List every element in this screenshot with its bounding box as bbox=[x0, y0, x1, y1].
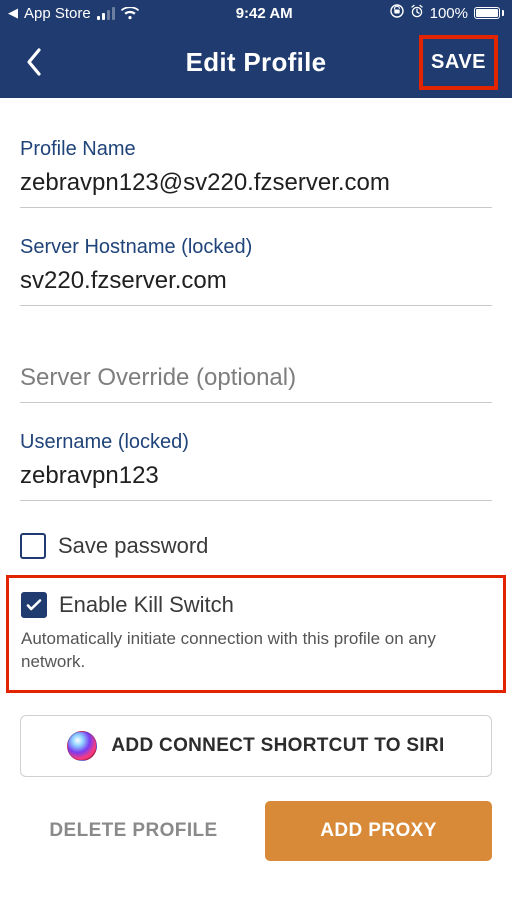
add-proxy-button[interactable]: ADD PROXY bbox=[265, 801, 492, 861]
profile-name-input[interactable]: zebravpn123@sv220.fzserver.com bbox=[20, 169, 492, 208]
content: Profile Name zebravpn123@sv220.fzserver.… bbox=[0, 98, 512, 911]
save-password-checkbox[interactable] bbox=[20, 533, 46, 559]
alarm-icon bbox=[410, 4, 424, 22]
orientation-lock-icon bbox=[390, 4, 404, 22]
delete-profile-button[interactable]: DELETE PROFILE bbox=[20, 801, 247, 861]
back-to-app-caret-icon: ◀ bbox=[8, 5, 18, 21]
kill-switch-section: Enable Kill Switch Automatically initiat… bbox=[6, 575, 506, 693]
battery-icon bbox=[474, 7, 504, 19]
chevron-left-icon bbox=[25, 47, 43, 77]
siri-button-label: ADD CONNECT SHORTCUT TO SIRI bbox=[111, 735, 444, 757]
back-button[interactable] bbox=[14, 42, 54, 82]
wifi-icon bbox=[121, 7, 139, 20]
profile-name-label: Profile Name bbox=[20, 138, 492, 161]
siri-icon bbox=[67, 731, 97, 761]
checkmark-icon bbox=[25, 596, 43, 614]
status-right: 100% bbox=[390, 4, 504, 22]
username-label: Username (locked) bbox=[20, 431, 492, 454]
save-password-row[interactable]: Save password bbox=[20, 533, 492, 559]
back-to-app-label[interactable]: App Store bbox=[24, 5, 91, 22]
add-siri-shortcut-button[interactable]: ADD CONNECT SHORTCUT TO SIRI bbox=[20, 715, 492, 777]
kill-switch-row[interactable]: Enable Kill Switch bbox=[21, 592, 491, 618]
server-override-input[interactable]: Server Override (optional) bbox=[20, 364, 492, 403]
status-left: ◀ App Store bbox=[8, 5, 139, 22]
save-button[interactable]: SAVE bbox=[419, 35, 498, 90]
server-hostname-field: Server Hostname (locked) sv220.fzserver.… bbox=[20, 236, 492, 306]
save-password-label: Save password bbox=[58, 533, 208, 559]
kill-switch-label: Enable Kill Switch bbox=[59, 592, 234, 618]
kill-switch-description: Automatically initiate connection with t… bbox=[21, 628, 491, 674]
status-clock: 9:42 AM bbox=[236, 5, 293, 22]
status-bar: ◀ App Store 9:42 AM 100% bbox=[0, 0, 512, 26]
bottom-button-row: DELETE PROFILE ADD PROXY bbox=[20, 801, 492, 861]
server-hostname-value: sv220.fzserver.com bbox=[20, 267, 492, 306]
server-hostname-label: Server Hostname (locked) bbox=[20, 236, 492, 259]
battery-percent: 100% bbox=[430, 5, 468, 22]
username-value: zebravpn123 bbox=[20, 462, 492, 501]
kill-switch-checkbox[interactable] bbox=[21, 592, 47, 618]
server-override-field: Server Override (optional) bbox=[20, 364, 492, 403]
screen: ◀ App Store 9:42 AM 100% Edit Profile SA… bbox=[0, 0, 512, 911]
username-field: Username (locked) zebravpn123 bbox=[20, 431, 492, 501]
nav-bar: Edit Profile SAVE bbox=[0, 26, 512, 98]
cellular-signal-icon bbox=[97, 7, 115, 20]
profile-name-field: Profile Name zebravpn123@sv220.fzserver.… bbox=[20, 138, 492, 208]
